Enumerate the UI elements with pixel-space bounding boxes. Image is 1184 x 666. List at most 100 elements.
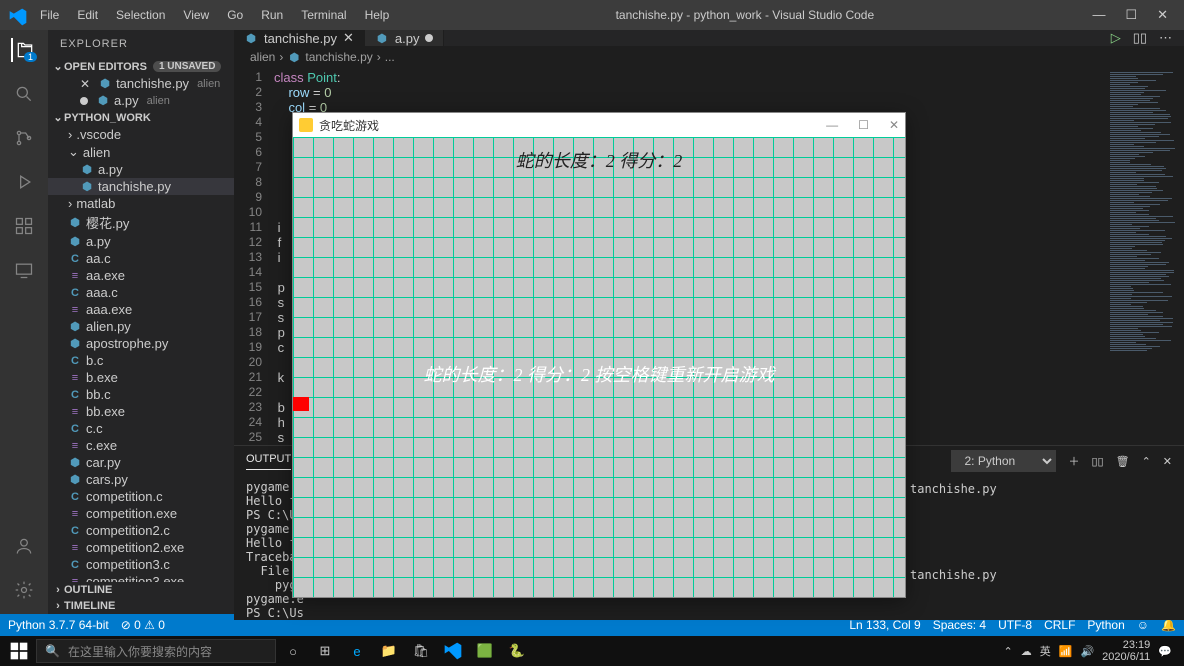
settings-gear-icon[interactable] [12,578,36,602]
extensions-icon[interactable] [12,214,36,238]
remote-icon[interactable] [12,258,36,282]
file-item[interactable]: ⬢car.py [48,454,234,471]
edge-icon[interactable]: e [342,636,372,666]
pygame-canvas[interactable]: 蛇的长度：2 得分：2 蛇的长度：2 得分：2 按空格键重新开启游戏 [293,137,905,597]
editor-tab[interactable]: ⬢ tanchishe.py ✕ [234,30,365,46]
file-item[interactable]: Caaa.c [48,284,234,301]
file-item[interactable]: ⬢a.py [48,161,234,178]
folder-item[interactable]: ⌄alien [48,143,234,161]
eol[interactable]: CRLF [1044,618,1075,632]
start-button[interactable] [4,641,34,661]
file-item[interactable]: ⬢樱花.py [48,212,234,233]
language-mode[interactable]: Python [1087,618,1124,632]
menu-file[interactable]: File [32,4,67,26]
file-item[interactable]: ≡competition2.exe [48,539,234,556]
add-icon[interactable]: ＋ [1068,453,1079,469]
close-icon[interactable]: ✕ [80,77,90,91]
outline-header[interactable]: ›OUTLINE [48,582,234,598]
breadcrumb-item[interactable]: alien [250,50,275,64]
file-explorer-icon[interactable]: 📁 [374,636,404,666]
run-icon[interactable]: ▷ [1111,30,1121,46]
menu-terminal[interactable]: Terminal [293,4,354,26]
file-item[interactable]: ≡b.exe [48,369,234,386]
feedback-icon[interactable]: ☺ [1137,618,1149,632]
file-item[interactable]: ≡aaa.exe [48,301,234,318]
taskbar-clock[interactable]: 23:19 2020/6/11 [1102,639,1150,663]
split-panel-icon[interactable]: ▯▯ [1091,455,1103,468]
file-item[interactable]: ⬢apostrophe.py [48,335,234,352]
file-item[interactable]: ≡c.exe [48,437,234,454]
pygame-maximize-icon[interactable]: ☐ [858,118,869,132]
encoding[interactable]: UTF-8 [998,618,1032,632]
close-panel-icon[interactable]: ✕ [1163,455,1172,468]
task-view-icon[interactable]: ⊞ [310,636,340,666]
cursor-position[interactable]: Ln 133, Col 9 [849,618,920,632]
maximize-button[interactable]: ☐ [1125,7,1137,23]
file-item[interactable]: ⬢alien.py [48,318,234,335]
timeline-header[interactable]: ›TIMELINE [48,598,234,614]
input-method-icon[interactable]: 英 [1040,643,1051,659]
pygame-close-icon[interactable]: ✕ [889,118,899,132]
file-item[interactable]: Cc.c [48,420,234,437]
pygame-window[interactable]: 贪吃蛇游戏 — ☐ ✕ 蛇的长度：2 得分：2 蛇的长度：2 得分：2 按空格键… [292,112,906,598]
notifications-center-icon[interactable]: 💬 [1158,645,1172,658]
minimize-button[interactable]: — [1092,7,1105,23]
file-item[interactable]: ≡competition3.exe [48,573,234,582]
chevron-up-icon[interactable]: ⌃ [1142,455,1151,468]
breadcrumb[interactable]: alien › ⬢ tanchishe.py › ... [234,46,1184,68]
menu-selection[interactable]: Selection [108,4,173,26]
file-item[interactable]: Ccompetition3.c [48,556,234,573]
breadcrumb-item[interactable]: tanchishe.py [305,50,372,64]
menu-edit[interactable]: Edit [69,4,106,26]
output-channel-select[interactable]: 2: Python [951,450,1056,472]
file-item[interactable]: Caa.c [48,250,234,267]
menu-help[interactable]: Help [357,4,398,26]
open-editors-header[interactable]: ⌄ OPEN EDITORS 1 UNSAVED [48,58,234,75]
tray-chevron-icon[interactable]: ⌃ [1004,645,1013,658]
source-control-icon[interactable] [12,126,36,150]
onedrive-icon[interactable]: ☁ [1021,645,1032,658]
file-item[interactable]: Ccompetition2.c [48,522,234,539]
workspace-header[interactable]: ⌄ PYTHON_WORK [48,109,234,126]
network-icon[interactable]: 📶 [1059,645,1073,658]
store-icon[interactable]: 🛍 [406,636,436,666]
accounts-icon[interactable] [12,534,36,558]
trash-icon[interactable]: 🗑 [1116,455,1130,468]
more-icon[interactable]: ⋯ [1159,30,1172,46]
file-item[interactable]: ≡competition.exe [48,505,234,522]
app-icon[interactable]: 🟩 [470,636,500,666]
notifications-icon[interactable]: 🔔 [1161,618,1176,632]
folder-item[interactable]: ›matlab [48,195,234,212]
close-icon[interactable]: ✕ [343,30,354,46]
editor-tab[interactable]: ⬢ a.py [365,30,445,46]
close-button[interactable]: ✕ [1157,7,1168,23]
file-item[interactable]: ⬢cars.py [48,471,234,488]
open-editor-item[interactable]: ✕ ⬢ tanchishe.py alien [48,75,234,92]
menu-go[interactable]: Go [219,4,251,26]
minimap[interactable] [1104,68,1184,445]
panel-tab-output[interactable]: OUTPUT [246,453,291,470]
menu-run[interactable]: Run [253,4,291,26]
pycharm-icon[interactable]: 🐍 [502,636,532,666]
file-item[interactable]: ⬢tanchishe.py [48,178,234,195]
file-item[interactable]: Cb.c [48,352,234,369]
search-icon[interactable] [12,82,36,106]
breadcrumb-item[interactable]: ... [385,50,395,64]
open-editor-item[interactable]: ⬢ a.py alien [48,92,234,109]
file-item[interactable]: Ccompetition.c [48,488,234,505]
file-item[interactable]: ≡bb.exe [48,403,234,420]
problems-count[interactable]: ⊘ 0 ⚠ 0 [121,618,165,632]
python-version[interactable]: Python 3.7.7 64-bit [8,618,109,632]
split-editor-icon[interactable]: ▯▯ [1133,30,1147,46]
taskbar-search[interactable]: 🔍 在这里输入你要搜索的内容 [36,639,276,663]
run-debug-icon[interactable] [12,170,36,194]
pygame-titlebar[interactable]: 贪吃蛇游戏 — ☐ ✕ [293,113,905,137]
pygame-minimize-icon[interactable]: — [826,118,838,132]
cortana-icon[interactable]: ○ [278,636,308,666]
file-item[interactable]: Cbb.c [48,386,234,403]
folder-item[interactable]: ›.vscode [48,126,234,143]
indentation[interactable]: Spaces: 4 [933,618,986,632]
volume-icon[interactable]: 🔊 [1080,645,1094,658]
file-item[interactable]: ≡aa.exe [48,267,234,284]
vscode-taskbar-icon[interactable] [438,636,468,666]
